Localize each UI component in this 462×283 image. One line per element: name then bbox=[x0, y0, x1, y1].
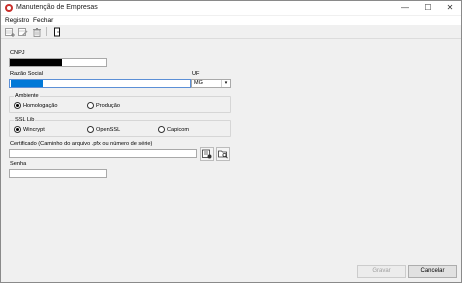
minimize-button[interactable]: — bbox=[394, 1, 416, 15]
radio-producao-label: Produção bbox=[96, 102, 120, 109]
radio-producao[interactable]: Produção bbox=[87, 102, 120, 109]
browse-file-button[interactable] bbox=[216, 147, 230, 161]
gravar-button[interactable]: Gravar bbox=[357, 265, 406, 278]
radio-selected-icon bbox=[14, 102, 21, 109]
razao-social-selection bbox=[11, 80, 43, 87]
certificate-list-icon bbox=[202, 149, 212, 159]
radio-unselected-icon bbox=[87, 102, 94, 109]
menu-bar: Registro Fechar bbox=[1, 16, 461, 25]
new-record-icon[interactable] bbox=[4, 26, 15, 37]
radio-homologacao[interactable]: Homologação bbox=[14, 102, 58, 109]
maximize-button[interactable]: ☐ bbox=[417, 1, 439, 15]
chevron-down-icon: ▾ bbox=[221, 80, 230, 87]
radio-selected-icon bbox=[14, 126, 21, 133]
razao-social-field[interactable] bbox=[9, 79, 191, 88]
radio-openssl[interactable]: OpenSSL bbox=[87, 126, 120, 133]
uf-select[interactable]: MG ▾ bbox=[191, 79, 231, 88]
radio-capicom-label: Capicom bbox=[167, 126, 190, 133]
app-icon bbox=[5, 4, 13, 12]
radio-openssl-label: OpenSSL bbox=[96, 126, 121, 133]
exit-door-icon[interactable] bbox=[51, 26, 62, 37]
certificado-field[interactable] bbox=[9, 149, 197, 158]
radio-homologacao-label: Homologação bbox=[23, 102, 58, 109]
title-bar: Manutenção de Empresas — ☐ ✕ bbox=[1, 1, 461, 15]
edit-record-icon[interactable] bbox=[17, 26, 28, 37]
razao-social-label: Razão Social bbox=[10, 71, 43, 77]
main-window: Manutenção de Empresas — ☐ ✕ Registro Fe… bbox=[0, 0, 462, 283]
cnpj-masked-value bbox=[10, 59, 62, 66]
uf-label: UF bbox=[192, 71, 200, 77]
radio-wincrypt[interactable]: Wincrypt bbox=[14, 126, 45, 133]
certificado-label: Certificado (Caminho do arquivo .pfx ou … bbox=[10, 141, 153, 147]
cnpj-field[interactable] bbox=[9, 58, 107, 67]
form-area: CNPJ Razão Social UF MG ▾ Ambiente Homol… bbox=[1, 39, 461, 282]
uf-value: MG bbox=[194, 80, 203, 86]
close-button[interactable]: ✕ bbox=[439, 1, 461, 15]
ambiente-group-title: Ambiente bbox=[14, 93, 40, 99]
radio-wincrypt-label: Wincrypt bbox=[23, 126, 45, 133]
toolbar-separator bbox=[46, 27, 47, 36]
radio-capicom[interactable]: Capicom bbox=[158, 126, 189, 133]
ssl-lib-group-title: SSL Lib bbox=[14, 117, 36, 123]
ambiente-group: Ambiente Homologação Produção bbox=[9, 93, 231, 113]
select-certificate-button[interactable] bbox=[200, 147, 214, 161]
menu-registro[interactable]: Registro bbox=[5, 17, 29, 24]
window-title: Manutenção de Empresas bbox=[16, 4, 98, 11]
cancelar-button[interactable]: Cancelar bbox=[408, 265, 457, 278]
menu-fechar[interactable]: Fechar bbox=[33, 17, 53, 24]
toolbar bbox=[1, 25, 461, 39]
folder-search-icon bbox=[218, 150, 228, 159]
delete-record-icon[interactable] bbox=[31, 26, 42, 37]
senha-label: Senha bbox=[10, 161, 27, 167]
radio-unselected-icon bbox=[158, 126, 165, 133]
senha-field[interactable] bbox=[9, 169, 107, 178]
ssl-lib-group: SSL Lib Wincrypt OpenSSL Capicom bbox=[9, 117, 231, 137]
cnpj-label: CNPJ bbox=[10, 50, 25, 56]
radio-unselected-icon bbox=[87, 126, 94, 133]
